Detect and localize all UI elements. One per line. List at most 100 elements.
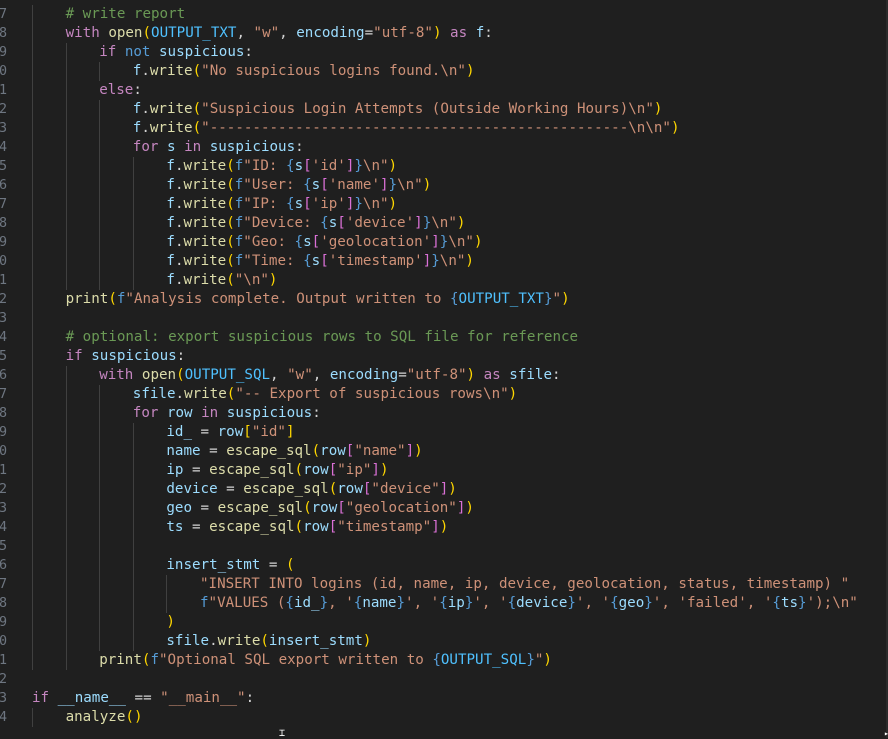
code-token: .	[141, 63, 150, 79]
code-line[interactable]: 2	[0, 670, 888, 689]
code-token: f	[234, 253, 244, 269]
line-number: 2	[0, 102, 7, 117]
caret-icon: ▸	[884, 729, 888, 738]
code-text: if not suspicious:	[99, 43, 253, 62]
code-token: insert_stmt	[268, 633, 363, 649]
code-token: device	[166, 481, 218, 497]
code-token: )	[466, 367, 476, 383]
code-line[interactable]: 9 if not suspicious:	[0, 43, 888, 62]
code-line[interactable]: 4 for s in suspicious:	[0, 138, 888, 157]
code-token: )	[422, 177, 432, 193]
indent-guide	[65, 43, 67, 290]
code-token: (	[192, 120, 202, 136]
code-token: "VALUES (	[208, 595, 286, 611]
code-text: )	[166, 613, 175, 632]
code-token: f	[234, 215, 244, 231]
code-line[interactable]: 4 analyze()	[0, 708, 888, 727]
code-token: [	[328, 519, 338, 535]
code-token: in	[201, 405, 219, 421]
code-editor[interactable]: 7 # write report 8 with open(OUTPUT_TXT, "w…	[0, 0, 888, 738]
code-token: name	[166, 443, 201, 459]
code-token: not	[124, 44, 151, 60]
code-text: f.write(f"User: {s['name']}\n")	[166, 176, 431, 195]
line-number: 6	[0, 368, 7, 383]
code-token: ip	[447, 595, 465, 611]
code-token: )	[379, 462, 389, 478]
code-line[interactable]: 1 print(f"Optional SQL export written to …	[0, 651, 888, 670]
code-token: [	[303, 196, 312, 212]
code-token: }	[567, 595, 576, 611]
code-token: )	[388, 158, 398, 174]
code-token: escape_sql	[209, 519, 295, 535]
code-token: "w"	[253, 25, 280, 41]
code-token: {	[303, 253, 312, 269]
code-token: :	[244, 44, 253, 60]
code-token: "IP:	[243, 196, 287, 212]
line-number: 6	[0, 178, 7, 193]
code-text: f"VALUES ({id_}, '{name}', '{ip}', '{dev…	[200, 594, 858, 613]
code-text: insert_stmt = (	[166, 556, 294, 575]
code-token: suspicious	[209, 139, 296, 155]
code-token: ', '	[405, 595, 440, 611]
code-line[interactable]: 7 # write report	[0, 5, 888, 24]
line-number: 0	[0, 254, 7, 269]
code-token: row	[320, 443, 346, 459]
code-token: {	[286, 196, 295, 212]
code-token: }	[354, 196, 363, 212]
code-text: sfile.write(insert_stmt)	[166, 632, 371, 651]
code-line[interactable]: 8 for row in suspicious:	[0, 404, 888, 423]
code-token: row	[303, 462, 329, 478]
indent-guide	[99, 100, 101, 290]
code-line[interactable]: 2 print(f"Analysis complete. Output writt…	[0, 290, 888, 309]
code-token: write	[183, 177, 227, 193]
code-token: }	[644, 595, 653, 611]
code-line[interactable]: 8 with open(OUTPUT_TXT, "w", encoding="ut…	[0, 24, 888, 43]
code-token: else	[99, 82, 134, 98]
code-token: )	[432, 25, 442, 41]
line-number: 1	[0, 463, 7, 478]
code-line[interactable]: 7 sfile.write("-- Export of suspicious ro…	[0, 385, 888, 404]
code-line[interactable]: 5 if suspicious:	[0, 347, 888, 366]
code-token: geo	[618, 595, 645, 611]
code-line[interactable]: 1 else:	[0, 81, 888, 100]
line-number: 4	[0, 710, 7, 725]
code-token: ');\n"	[806, 595, 858, 611]
code-text: analyze()	[66, 708, 143, 727]
line-number: 8	[0, 26, 7, 41]
code-line[interactable]: 2 f.write("Suspicious Login Attempts (Out…	[0, 100, 888, 119]
code-token: "ip"	[337, 462, 372, 478]
code-token: (	[285, 557, 295, 573]
code-token: =	[217, 481, 244, 497]
code-text: ip = escape_sql(row["ip"])	[166, 461, 388, 480]
code-token: \n"	[397, 177, 423, 193]
code-line[interactable]: 0 f.write("No suspicious logins found.\n"…	[0, 62, 888, 81]
code-text: f.write("Suspicious Login Attempts (Outs…	[133, 100, 663, 119]
code-token: [	[311, 234, 321, 250]
code-token: )	[670, 120, 680, 136]
code-line[interactable]: 3 if __name__ == "__main__":	[0, 689, 888, 708]
code-token: "Device:	[243, 215, 321, 231]
code-token: f	[166, 215, 175, 231]
code-token: :	[176, 348, 186, 364]
code-token: f	[166, 177, 175, 193]
code-token: for	[132, 405, 159, 421]
code-line[interactable]: 3 f.write("------------------------------…	[0, 119, 888, 138]
line-number: 3	[0, 691, 7, 706]
code-line[interactable]: 4 # optional: export suspicious rows to S…	[0, 328, 888, 347]
code-token: sfile	[132, 386, 176, 402]
code-token: OUTPUT_SQL	[440, 652, 527, 668]
code-line[interactable]: 6 with open(OUTPUT_SQL, "w", encoding="ut…	[0, 366, 888, 385]
code-token: open	[108, 25, 143, 41]
code-token: =	[183, 462, 210, 478]
code-token: "\n"	[234, 272, 269, 288]
code-token: =	[183, 519, 210, 535]
code-token: (	[226, 158, 235, 174]
code-line[interactable]: 3	[0, 309, 888, 328]
code-token: )	[561, 291, 570, 307]
code-text: f.write(f"Time: {s['timestamp']}\n")	[166, 252, 474, 271]
code-token: ip	[166, 462, 184, 478]
